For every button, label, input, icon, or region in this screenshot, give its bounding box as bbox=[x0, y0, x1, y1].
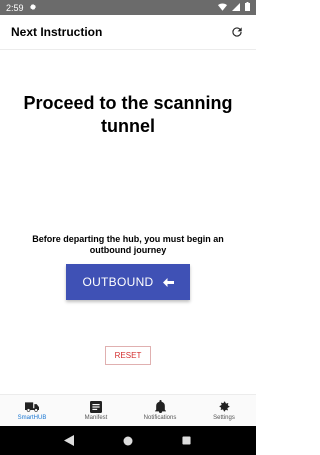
page-title: Next Instruction bbox=[11, 25, 103, 39]
manifest-icon bbox=[89, 400, 103, 413]
status-bar: 2:59 bbox=[0, 0, 256, 15]
wifi-icon bbox=[218, 3, 227, 13]
home-icon[interactable] bbox=[122, 435, 134, 447]
battery-icon bbox=[245, 2, 250, 13]
outbound-label: OUTBOUND bbox=[82, 275, 154, 289]
bottom-navigation: SmartHUB Manifest Notifications Settings bbox=[0, 394, 256, 426]
nav-item-manifest[interactable]: Manifest bbox=[64, 395, 128, 426]
recents-icon[interactable] bbox=[181, 435, 193, 447]
instruction-headline: Proceed to the scanning tunnel bbox=[23, 93, 233, 136]
status-icons bbox=[218, 2, 250, 13]
nav-label-manifest: Manifest bbox=[84, 414, 108, 421]
nav-item-smarthub[interactable]: SmartHUB bbox=[0, 395, 64, 426]
nav-item-notifications[interactable]: Notifications bbox=[128, 395, 192, 426]
nav-label-settings: Settings bbox=[213, 414, 235, 421]
outbound-button[interactable]: OUTBOUND bbox=[66, 264, 190, 300]
reset-button[interactable]: RESET bbox=[105, 346, 151, 365]
nav-label-smarthub: SmartHUB bbox=[17, 414, 47, 421]
settings-status-icon bbox=[29, 3, 37, 13]
back-icon[interactable] bbox=[63, 435, 75, 447]
instruction-note: Before departing the hub, you must begin… bbox=[32, 234, 224, 255]
refresh-icon[interactable] bbox=[229, 24, 245, 40]
app-bar: Next Instruction bbox=[0, 15, 256, 50]
nav-item-settings[interactable]: Settings bbox=[192, 395, 256, 426]
gear-icon bbox=[217, 401, 231, 413]
nav-label-notifications: Notifications bbox=[143, 414, 177, 421]
arrow-left-icon bbox=[162, 277, 174, 287]
bell-icon bbox=[153, 400, 167, 413]
reset-label: RESET bbox=[114, 351, 142, 360]
system-navigation-bar bbox=[0, 426, 256, 455]
signal-icon bbox=[232, 2, 240, 13]
status-time: 2:59 bbox=[6, 2, 24, 13]
truck-icon bbox=[25, 401, 39, 413]
